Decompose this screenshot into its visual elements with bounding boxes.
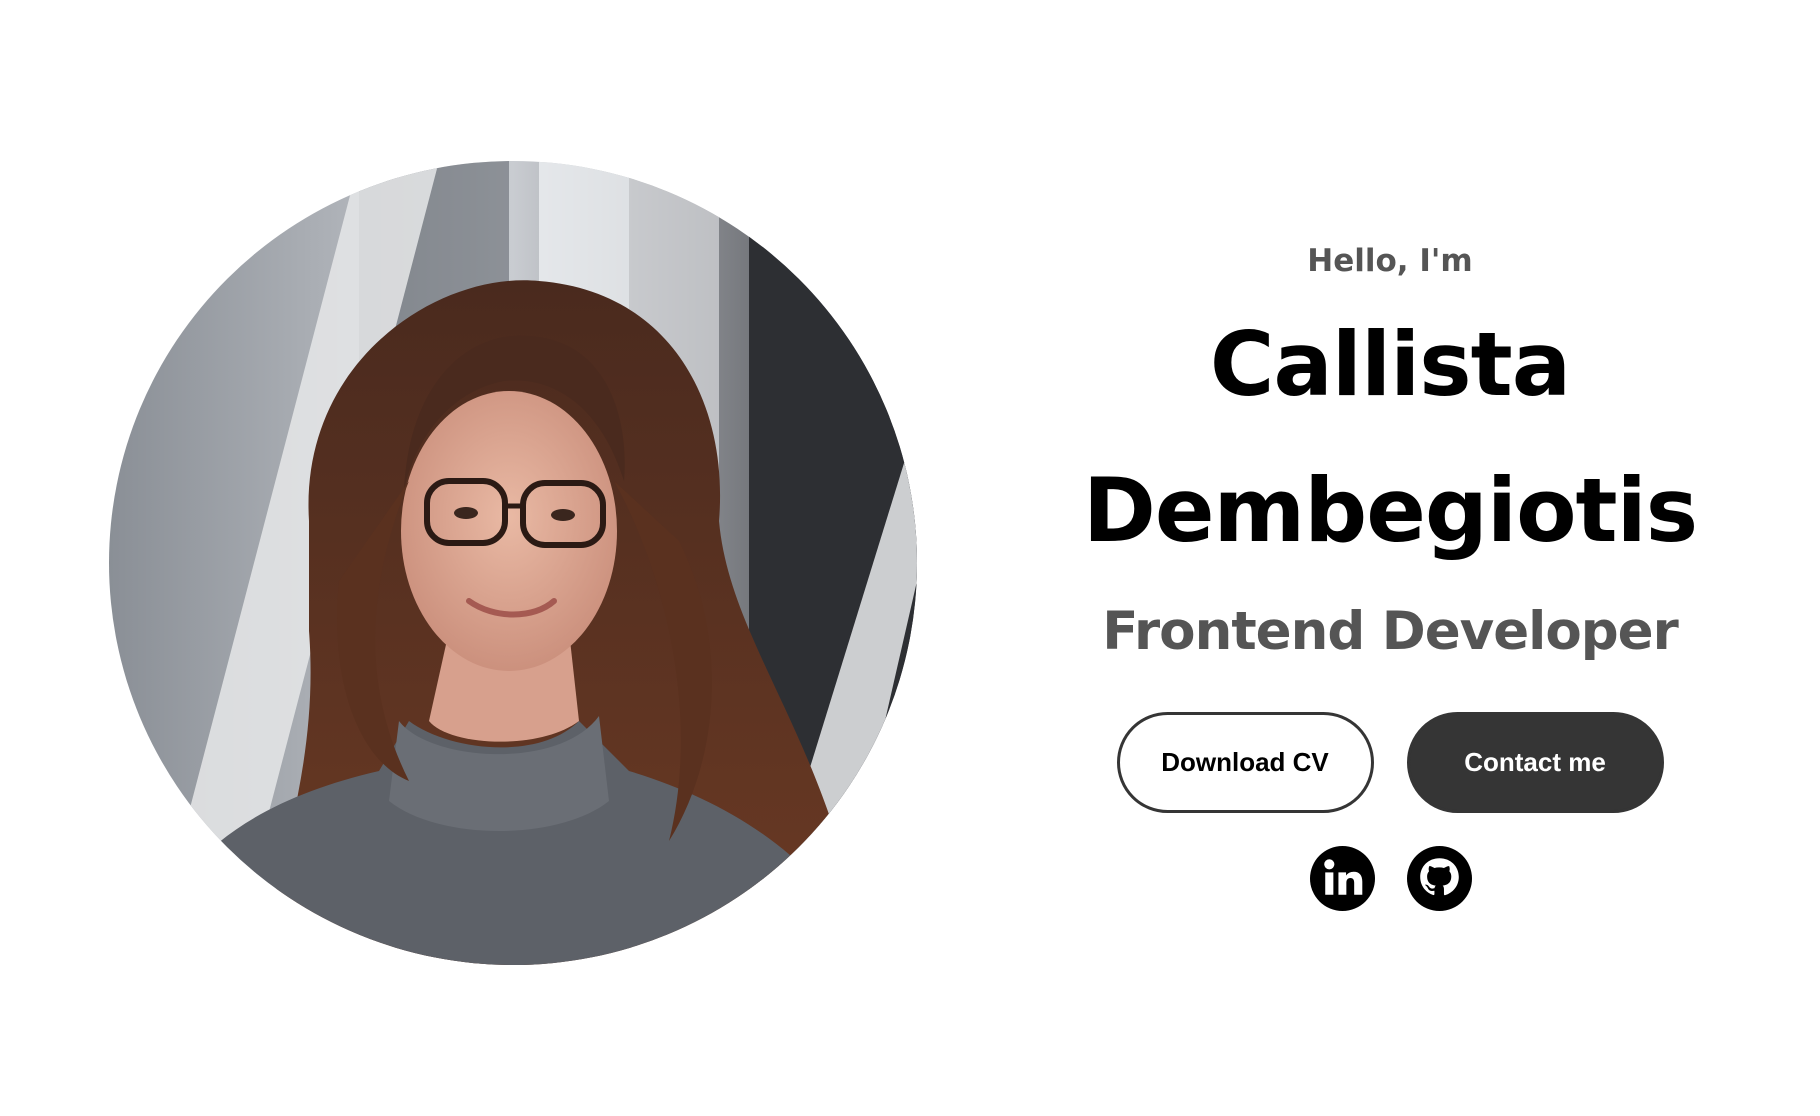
profile-photo [109,161,917,965]
greeting-text: Hello, I'm [1307,243,1473,279]
last-name: Dembegiotis [1082,459,1698,562]
job-title: Frontend Developer [1102,601,1679,662]
social-links [1040,846,1740,911]
linkedin-icon[interactable] [1310,846,1375,911]
contact-me-button[interactable]: Contact me [1406,712,1664,813]
download-cv-button[interactable]: Download CV [1116,712,1374,813]
github-icon[interactable] [1407,846,1472,911]
first-name: Callista [1209,313,1571,416]
action-buttons: Download CV Contact me [1040,712,1740,813]
profile-page: Hello, I'm Callista Dembegiotis Frontend… [0,0,1820,1116]
intro-section: Hello, I'm Callista Dembegiotis Frontend… [1040,236,1740,911]
